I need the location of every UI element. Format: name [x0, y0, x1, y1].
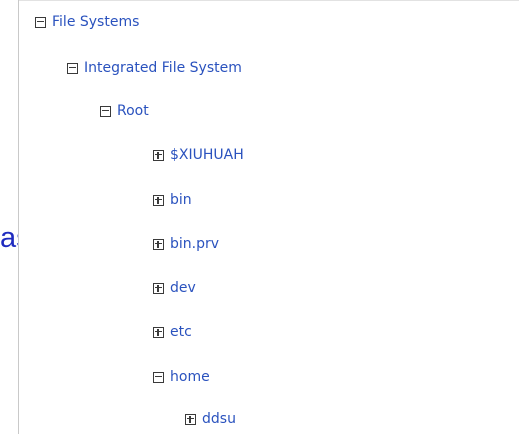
expand-icon[interactable]: [153, 282, 164, 294]
tree-node-label[interactable]: home: [170, 365, 210, 389]
tree-node-label[interactable]: Root: [117, 99, 149, 123]
tree-node-file-systems[interactable]: File Systems: [35, 10, 139, 34]
expand-icon[interactable]: [153, 238, 164, 250]
tree-node-ddsu[interactable]: ddsu: [185, 407, 236, 431]
tree-node-label[interactable]: bin: [170, 188, 192, 212]
tree-node-label[interactable]: etc: [170, 320, 192, 344]
collapse-icon[interactable]: [100, 105, 111, 117]
collapse-icon[interactable]: [35, 16, 46, 28]
tree-node-root[interactable]: Root: [100, 99, 149, 123]
tree-node-dev[interactable]: dev: [153, 276, 196, 300]
tree-node-bin-prv[interactable]: bin.prv: [153, 232, 219, 256]
tree-node-etc[interactable]: etc: [153, 320, 192, 344]
tree-node-bin[interactable]: bin: [153, 188, 192, 212]
tree-node-label[interactable]: ddsu: [202, 407, 236, 431]
screen: asily File Systems Integrated File Syste…: [0, 0, 519, 434]
tree-node-integrated-file-system[interactable]: Integrated File System: [67, 56, 242, 80]
expand-icon[interactable]: [185, 413, 196, 425]
tree-node-label[interactable]: $XIUHUAH: [170, 143, 244, 167]
file-system-tree: File Systems Integrated File System Root…: [18, 0, 519, 434]
tree-node-home[interactable]: home: [153, 365, 210, 389]
tree-node-label[interactable]: dev: [170, 276, 196, 300]
expand-icon[interactable]: [153, 149, 164, 161]
collapse-icon[interactable]: [153, 371, 164, 383]
collapse-icon[interactable]: [67, 62, 78, 74]
tree-node-label[interactable]: File Systems: [52, 10, 139, 34]
tree-node-label[interactable]: bin.prv: [170, 232, 219, 256]
tree-node-label[interactable]: Integrated File System: [84, 56, 242, 80]
tree-node-xiuhuah[interactable]: $XIUHUAH: [153, 143, 244, 167]
expand-icon[interactable]: [153, 194, 164, 206]
expand-icon[interactable]: [153, 326, 164, 338]
